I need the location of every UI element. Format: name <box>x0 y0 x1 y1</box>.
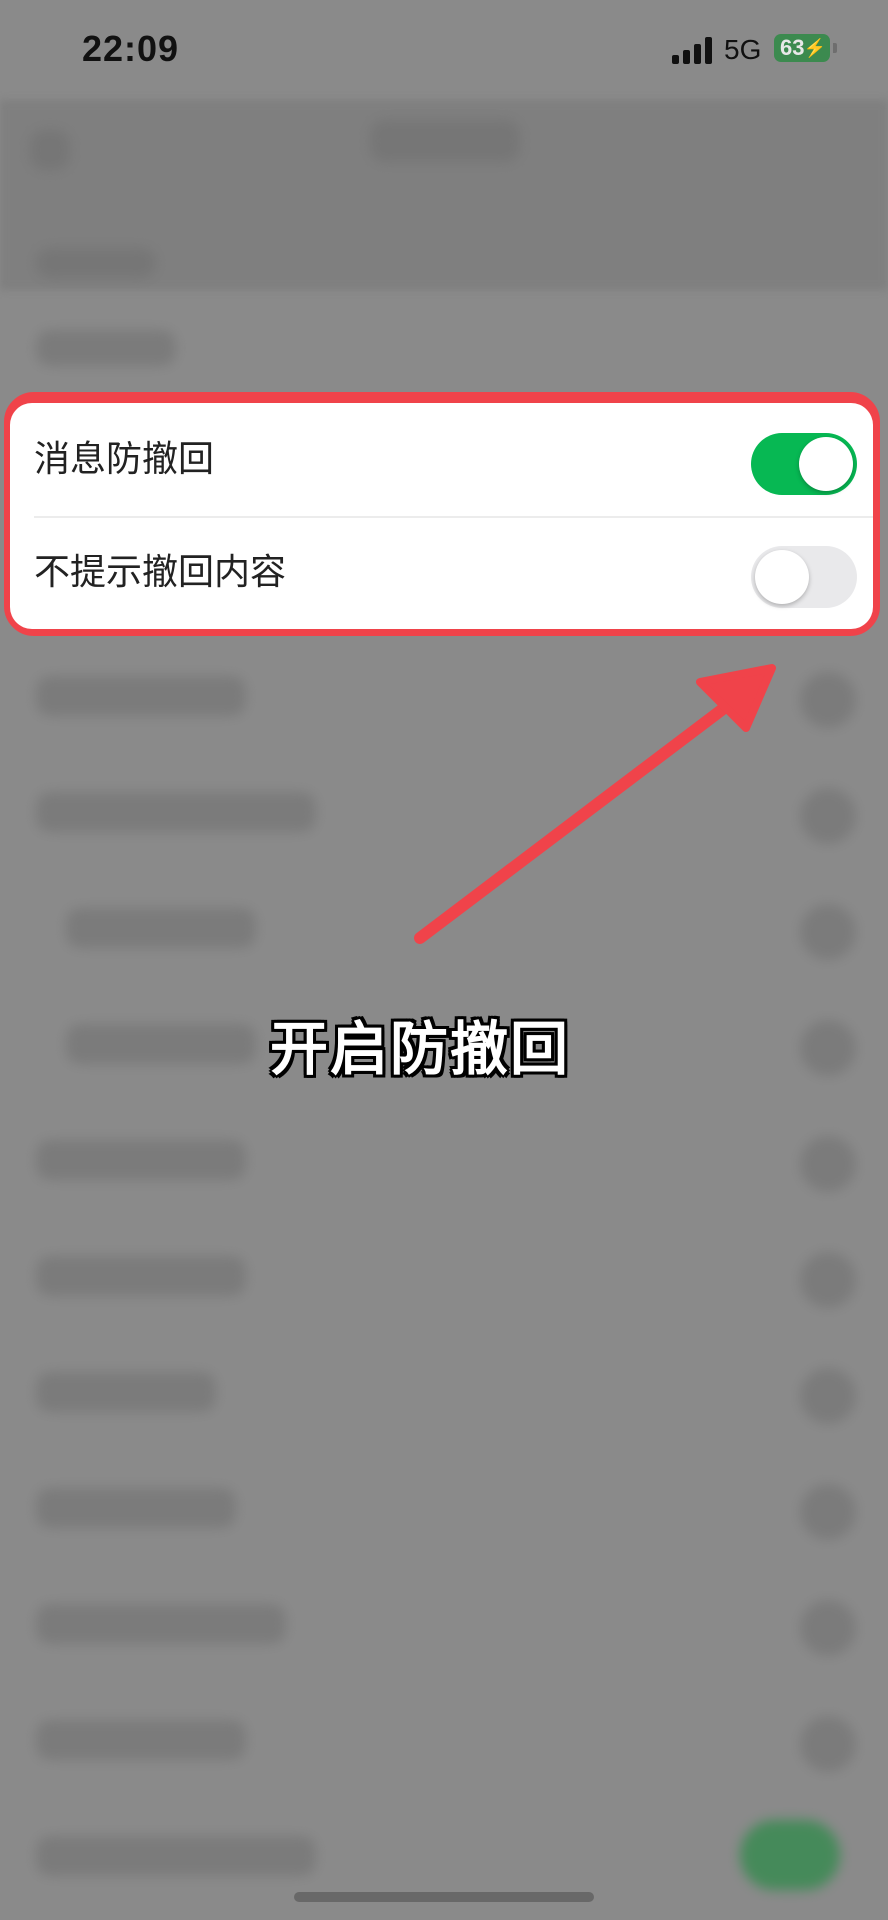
home-indicator[interactable] <box>294 1892 594 1902</box>
arrow-icon <box>414 664 776 944</box>
annotation-caption: 开启防撤回 <box>269 1015 570 1083</box>
